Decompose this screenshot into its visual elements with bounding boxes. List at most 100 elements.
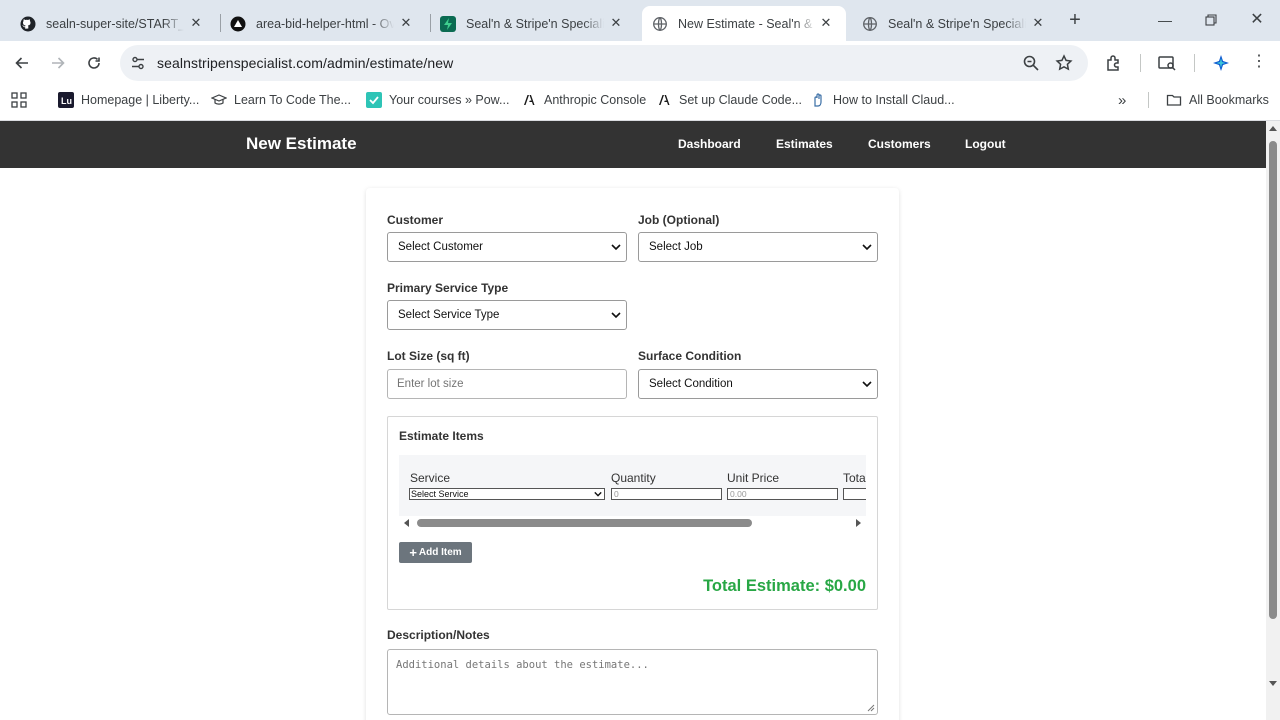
scroll-up-icon[interactable] — [1269, 125, 1277, 133]
tab-title: sealn-super-site/START_TO — [46, 16, 184, 31]
close-icon[interactable]: ✕ — [188, 15, 204, 31]
plus-icon: + — [409, 544, 417, 560]
forward-button[interactable] — [46, 51, 70, 75]
estimate-items-title: Estimate Items — [399, 429, 484, 443]
extensions-icon[interactable] — [1104, 53, 1124, 73]
window-close-button[interactable]: ✕ — [1242, 8, 1272, 32]
tab-title: New Estimate - Seal'n & St — [678, 16, 816, 31]
svg-text:Lu: Lu — [61, 96, 72, 106]
browser-tab-1[interactable]: sealn-super-site/START_TO ✕ — [10, 6, 216, 41]
bookmark-item[interactable]: Lu Homepage | Liberty... — [58, 91, 199, 109]
reload-button[interactable] — [82, 51, 106, 75]
tab-title: area-bid-helper-html - Ov — [256, 16, 394, 31]
bookmark-item[interactable]: How to Install Claud... — [810, 91, 955, 109]
surface-condition-select[interactable]: Select Condition — [638, 369, 878, 399]
back-button[interactable] — [10, 51, 34, 75]
browser-tab-5[interactable]: Seal'n & Stripe'n Specialist ✕ — [852, 6, 1058, 41]
chevron-down-icon — [594, 491, 602, 497]
scrollbar-thumb[interactable] — [417, 519, 752, 527]
site-info-icon[interactable] — [129, 54, 147, 72]
scroll-left-icon[interactable] — [403, 519, 411, 527]
browser-menu-icon[interactable]: ⋮ — [1249, 53, 1269, 73]
item-total-input[interactable] — [843, 488, 866, 500]
close-icon[interactable]: ✕ — [608, 15, 624, 31]
more-bookmarks-icon[interactable]: » — [1118, 91, 1126, 109]
service-type-label: Primary Service Type — [387, 281, 509, 295]
browser-toolbar: sealnstripenspecialist.com/admin/estimat… — [0, 41, 1280, 85]
all-bookmarks-folder[interactable]: All Bookmarks — [1166, 91, 1269, 109]
bookmark-item[interactable]: Anthropic Console — [521, 91, 646, 109]
graduation-cap-icon — [211, 92, 227, 108]
close-icon[interactable]: ✕ — [398, 15, 414, 31]
site-navbar: New Estimate Dashboard Estimates Custome… — [0, 121, 1266, 168]
total-estimate: Total Estimate: $0.00 — [703, 577, 866, 595]
scrollbar-thumb[interactable] — [1269, 141, 1277, 619]
column-header-unit-price: Unit Price — [727, 471, 780, 485]
bookmark-item[interactable]: Set up Claude Code... — [656, 91, 802, 109]
item-unit-price-input[interactable]: 0.00 — [727, 488, 838, 500]
chevron-down-icon — [611, 244, 621, 251]
items-horizontal-scrollbar[interactable] — [399, 516, 866, 530]
add-item-button[interactable]: + Add Item — [399, 542, 472, 563]
zoom-icon[interactable] — [1022, 54, 1040, 72]
browser-tab-3[interactable]: Seal'n & Stripe'n Specialist ✕ — [430, 6, 636, 41]
surface-condition-label: Surface Condition — [638, 349, 742, 363]
apps-grid-icon[interactable] — [11, 91, 27, 109]
item-service-select[interactable]: Select Service — [409, 488, 605, 500]
new-tab-button[interactable]: + — [1064, 10, 1086, 32]
restore-button[interactable] — [1196, 8, 1226, 32]
column-header-total: Total — [843, 471, 866, 485]
anthropic-icon — [521, 92, 537, 108]
scroll-right-icon[interactable] — [854, 519, 862, 527]
chevron-down-icon — [611, 312, 621, 319]
vercel-icon — [230, 16, 246, 32]
estimate-items-section: Estimate Items Service Quantity Unit Pri… — [387, 416, 878, 610]
page-vertical-scrollbar[interactable] — [1266, 121, 1280, 720]
column-header-service: Service — [410, 471, 451, 485]
notes-label: Description/Notes — [387, 628, 490, 642]
nav-link-logout[interactable]: Logout — [965, 137, 1006, 151]
job-select[interactable]: Select Job — [638, 232, 878, 262]
page-viewport: New Estimate Dashboard Estimates Custome… — [0, 121, 1266, 720]
estimate-items-table: Service Quantity Unit Price Total Select… — [399, 455, 866, 516]
liberty-icon: Lu — [58, 92, 74, 108]
bookmark-item[interactable]: Your courses » Pow... — [366, 91, 509, 109]
browser-tab-2[interactable]: area-bid-helper-html - Ov ✕ — [220, 6, 426, 41]
job-label: Job (Optional) — [638, 213, 720, 227]
scroll-down-icon[interactable] — [1269, 679, 1277, 687]
notes-textarea[interactable]: Additional details about the estimate... — [387, 649, 878, 715]
item-quantity-input[interactable]: 0 — [611, 488, 722, 500]
page-title: New Estimate — [246, 134, 357, 153]
minimize-button[interactable]: — — [1150, 8, 1180, 32]
bookmark-item[interactable]: Learn To Code The... — [211, 91, 351, 109]
close-icon[interactable]: ✕ — [818, 15, 834, 31]
supabase-icon — [440, 15, 456, 32]
close-icon[interactable]: ✕ — [1030, 15, 1046, 31]
nav-link-dashboard[interactable]: Dashboard — [678, 137, 741, 151]
column-header-quantity: Quantity — [611, 471, 656, 485]
lot-size-label: Lot Size (sq ft) — [387, 349, 470, 363]
resize-grip-icon[interactable] — [867, 704, 875, 712]
ai-assistant-icon[interactable] — [1211, 53, 1231, 73]
globe-icon — [862, 16, 878, 32]
estimate-form-card: Customer Select Customer Job (Optional) … — [366, 188, 899, 720]
service-type-select[interactable]: Select Service Type — [387, 300, 627, 330]
url-text: sealnstripenspecialist.com/admin/estimat… — [157, 55, 454, 71]
folder-icon — [1166, 92, 1182, 108]
tab-strip: sealn-super-site/START_TO ✕ area-bid-hel… — [0, 0, 1280, 41]
globe-icon — [652, 16, 668, 32]
tab-search-icon[interactable] — [1157, 53, 1177, 73]
nav-link-estimates[interactable]: Estimates — [776, 137, 833, 151]
browser-tab-active[interactable]: New Estimate - Seal'n & St ✕ — [642, 6, 846, 41]
bookmarks-bar: Lu Homepage | Liberty... Learn To Code T… — [0, 85, 1280, 115]
tab-title: Seal'n & Stripe'n Specialist — [466, 16, 604, 31]
nav-link-customers[interactable]: Customers — [868, 137, 931, 151]
chevron-down-icon — [862, 381, 872, 388]
customer-select[interactable]: Select Customer — [387, 232, 627, 262]
customer-label: Customer — [387, 213, 444, 227]
address-bar[interactable]: sealnstripenspecialist.com/admin/estimat… — [120, 45, 1088, 81]
hand-icon — [810, 92, 826, 108]
github-icon — [20, 16, 36, 32]
lot-size-input[interactable]: Enter lot size — [387, 369, 627, 399]
bookmark-star-icon[interactable] — [1055, 54, 1073, 72]
